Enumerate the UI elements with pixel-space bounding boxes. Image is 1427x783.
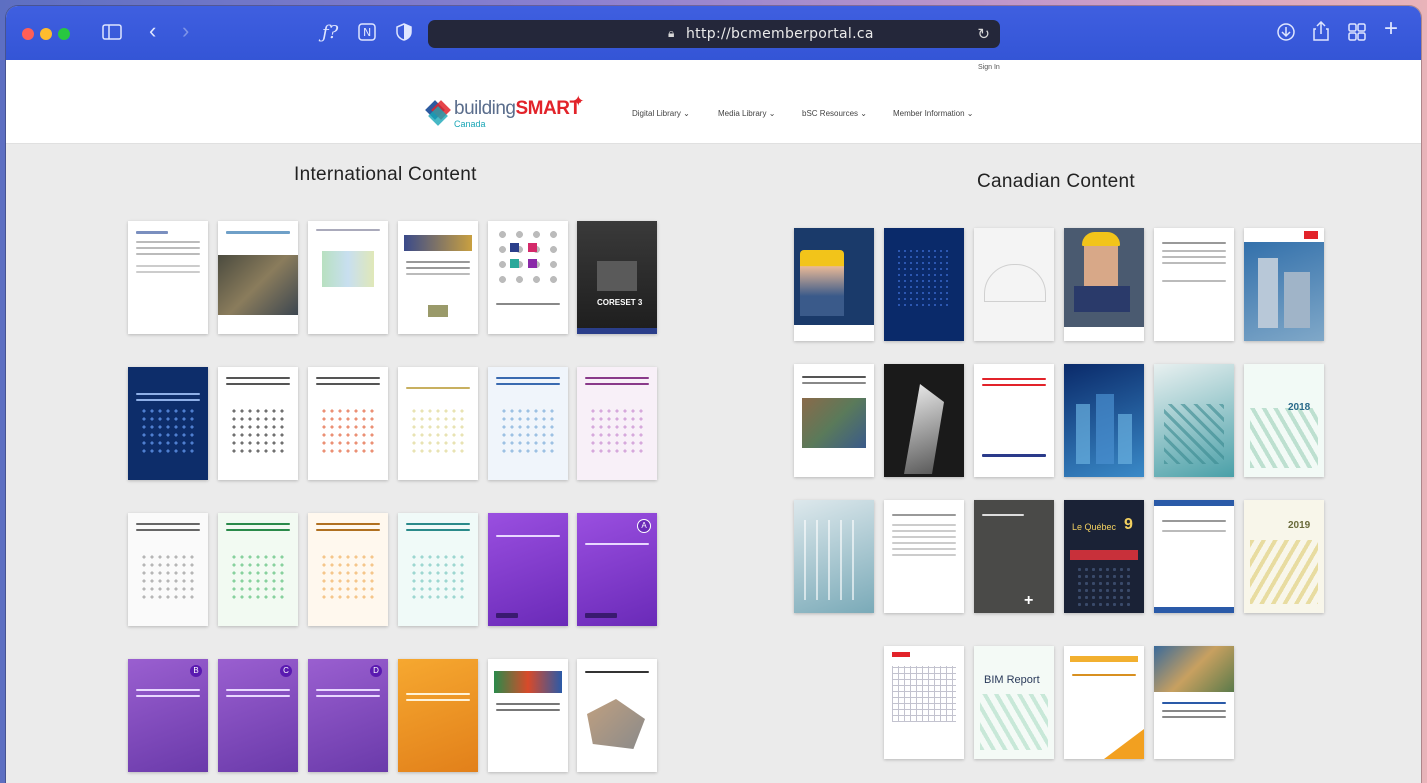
document-thumbnail[interactable] xyxy=(398,367,478,480)
document-thumbnail[interactable]: CORESET 3 xyxy=(577,221,657,334)
badge-d: D xyxy=(370,665,382,677)
document-thumbnail[interactable] xyxy=(1154,364,1234,477)
sign-in-link[interactable]: Sign In xyxy=(978,64,1000,71)
document-thumbnail[interactable] xyxy=(577,367,657,480)
document-thumbnail[interactable] xyxy=(218,221,298,334)
document-thumbnail[interactable] xyxy=(1064,228,1144,341)
document-thumbnail[interactable] xyxy=(1064,646,1144,759)
quebec-number: 9 xyxy=(1124,516,1133,533)
document-thumbnail[interactable]: 2019 xyxy=(1244,500,1324,613)
document-thumbnail[interactable]: 2018 xyxy=(1244,364,1324,477)
top-utility-bar: Sign In xyxy=(6,60,1421,80)
document-thumbnail[interactable] xyxy=(1244,228,1324,341)
document-thumbnail[interactable] xyxy=(398,659,478,772)
document-thumbnail[interactable] xyxy=(794,500,874,613)
document-thumbnail[interactable] xyxy=(1154,646,1234,759)
quebec-title: Le Québec xyxy=(1072,522,1117,532)
document-thumbnail[interactable] xyxy=(308,221,388,334)
sidebar-toggle-icon[interactable] xyxy=(102,24,122,43)
forward-icon[interactable]: › xyxy=(182,20,189,42)
year-2018-label: 2018 xyxy=(1288,402,1311,413)
document-thumbnail[interactable] xyxy=(218,513,298,626)
document-thumbnail[interactable]: A xyxy=(577,513,657,626)
document-thumbnail[interactable]: Le Québec 9 xyxy=(1064,500,1144,613)
minimize-window-button[interactable] xyxy=(40,28,52,40)
tab-overview-icon[interactable] xyxy=(1348,23,1366,44)
url-text: http://bcmemberportal.ca xyxy=(686,26,874,42)
document-thumbnail[interactable] xyxy=(398,221,478,334)
document-thumbnail[interactable] xyxy=(884,364,964,477)
back-icon[interactable]: ‹ xyxy=(149,20,156,42)
nav-digital-library[interactable]: Digital Library ⌄ xyxy=(632,109,690,118)
document-thumbnail[interactable] xyxy=(884,500,964,613)
year-2019-label: 2019 xyxy=(1288,520,1311,531)
browser-window: ‹ › ƒ? N 🔒︎ http://bcmemberportal.ca ↻ +… xyxy=(6,6,1421,783)
document-thumbnail[interactable] xyxy=(974,364,1054,477)
document-thumbnail[interactable] xyxy=(218,367,298,480)
logo-subtitle: Canada xyxy=(454,119,486,129)
document-thumbnail[interactable] xyxy=(1154,228,1234,341)
site-header: buildingSMART ✦ Canada Digital Library ⌄… xyxy=(6,80,1421,144)
document-thumbnail[interactable] xyxy=(884,228,964,341)
document-thumbnail[interactable] xyxy=(974,228,1054,341)
address-bar[interactable]: 🔒︎ http://bcmemberportal.ca ↻ xyxy=(428,20,1000,48)
document-thumbnail[interactable] xyxy=(884,646,964,759)
document-thumbnail[interactable] xyxy=(488,221,568,334)
privacy-shield-icon[interactable] xyxy=(396,23,412,44)
document-thumbnail[interactable] xyxy=(577,659,657,772)
document-thumbnail[interactable] xyxy=(488,367,568,480)
document-thumbnail[interactable] xyxy=(128,221,208,334)
share-icon[interactable] xyxy=(1312,20,1330,44)
canadian-content-title: Canadian Content xyxy=(977,171,1135,192)
nav-member-information[interactable]: Member Information ⌄ xyxy=(893,109,974,118)
document-thumbnail[interactable] xyxy=(488,659,568,772)
svg-text:N: N xyxy=(363,26,371,39)
document-thumbnail[interactable] xyxy=(308,367,388,480)
logo-accent: SMART xyxy=(515,98,582,119)
document-thumbnail[interactable]: BIM Report xyxy=(974,646,1054,759)
buildingsmart-canada-logo[interactable]: buildingSMART ✦ Canada xyxy=(424,93,604,130)
document-thumbnail[interactable] xyxy=(488,513,568,626)
international-content-title: International Content xyxy=(294,164,477,185)
logo-prefix: building xyxy=(454,98,516,119)
badge-a: A xyxy=(637,519,651,533)
bim-report-title: BIM Report xyxy=(984,674,1040,686)
maple-leaf-icon: ✦ xyxy=(572,93,585,110)
badge-b: B xyxy=(190,665,202,677)
nav-media-library[interactable]: Media Library ⌄ xyxy=(718,109,775,118)
document-thumbnail[interactable] xyxy=(398,513,478,626)
document-thumbnail[interactable] xyxy=(794,228,874,341)
browser-toolbar: ‹ › ƒ? N 🔒︎ http://bcmemberportal.ca ↻ + xyxy=(6,6,1421,60)
lock-icon: 🔒︎ xyxy=(668,26,675,40)
nav-bsc-resources[interactable]: bSC Resources ⌄ xyxy=(802,109,867,118)
notion-extension-icon[interactable]: N xyxy=(358,23,376,44)
document-thumbnail[interactable]: D xyxy=(308,659,388,772)
logo-mark-icon xyxy=(425,100,451,126)
close-window-button[interactable] xyxy=(22,28,34,40)
reload-icon[interactable]: ↻ xyxy=(977,25,990,43)
zoom-window-button[interactable] xyxy=(58,28,70,40)
plus-icon: + xyxy=(1024,592,1034,609)
document-thumbnail[interactable] xyxy=(128,513,208,626)
document-thumbnail[interactable] xyxy=(1064,364,1144,477)
document-thumbnail[interactable]: B xyxy=(128,659,208,772)
document-thumbnail[interactable]: + xyxy=(974,500,1054,613)
document-thumbnail[interactable] xyxy=(1154,500,1234,613)
new-tab-icon[interactable]: + xyxy=(1384,17,1398,41)
document-thumbnail[interactable] xyxy=(794,364,874,477)
document-thumbnail[interactable] xyxy=(128,367,208,480)
document-thumbnail[interactable] xyxy=(308,513,388,626)
formula-extension-icon[interactable]: ƒ? xyxy=(322,24,338,42)
document-thumbnail[interactable]: C xyxy=(218,659,298,772)
download-icon[interactable] xyxy=(1277,23,1295,44)
badge-c: C xyxy=(280,665,292,677)
coreset-label: CORESET 3 xyxy=(597,298,643,307)
